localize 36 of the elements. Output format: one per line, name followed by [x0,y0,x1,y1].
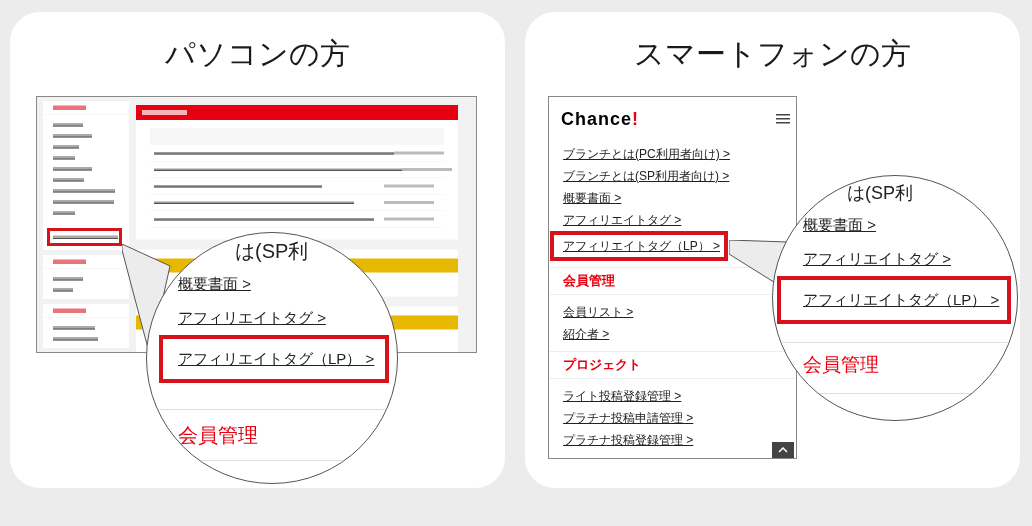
link-text-drawing [53,235,118,239]
menu-link[interactable]: 概要書面 > [159,267,397,301]
menu-link[interactable]: 概要書面 > [803,208,876,242]
logo: Chance! [561,107,640,131]
menu-link[interactable]: 概要書面 > [563,187,622,209]
heading-text-drawing [53,259,86,264]
menu-icon[interactable] [776,114,790,124]
date-text-drawing [384,184,434,188]
menu-link[interactable]: アフィリエイトタグ > [159,301,397,335]
menu-link[interactable]: 会員リスト > [563,301,634,323]
section-heading: 会員管理 [159,409,397,461]
menu-link[interactable]: ライト投稿登録管理 > [563,385,682,407]
menu-link[interactable]: プラチナ投稿登録管理 > [563,429,694,451]
menu-link[interactable]: アフィリエイトタグ（LP） > [159,335,389,383]
menu-link[interactable]: 紹介者 > [563,323,610,345]
date-text-drawing [384,217,434,221]
date-text-drawing [384,201,434,204]
heading-text-drawing [142,110,187,115]
scroll-top-button[interactable] [772,442,794,458]
heading-text-drawing [53,308,86,313]
menu-link[interactable]: アフィリエイトタグ > [803,242,951,276]
panel-title: スマートフォンの方 [633,36,912,72]
heading-text-drawing [53,105,86,110]
menu-link[interactable]: アフィリエイトタグ（LP） > [777,276,1011,324]
panel-title: パソコンの方 [164,36,351,72]
menu-link[interactable]: プラチナ投稿申請管理 > [563,407,694,429]
date-text-drawing [394,151,444,155]
menu-link[interactable]: アフィリエイトタグ > [563,209,682,231]
partial-menu-text: は(SP利 [235,241,309,261]
menu-link[interactable]: アフィリエイトタグ（LP） > [550,231,728,261]
date-text-drawing [402,168,452,171]
section-heading: 会員管理 [777,342,1017,394]
partial-menu-text: は(SP利 [847,184,913,202]
menu-link[interactable]: ブランチとは(SP利用者向け) > [563,165,730,187]
menu-link[interactable]: ブランチとは(PC利用者向け) > [563,143,730,165]
chevron-up-icon [778,447,788,453]
